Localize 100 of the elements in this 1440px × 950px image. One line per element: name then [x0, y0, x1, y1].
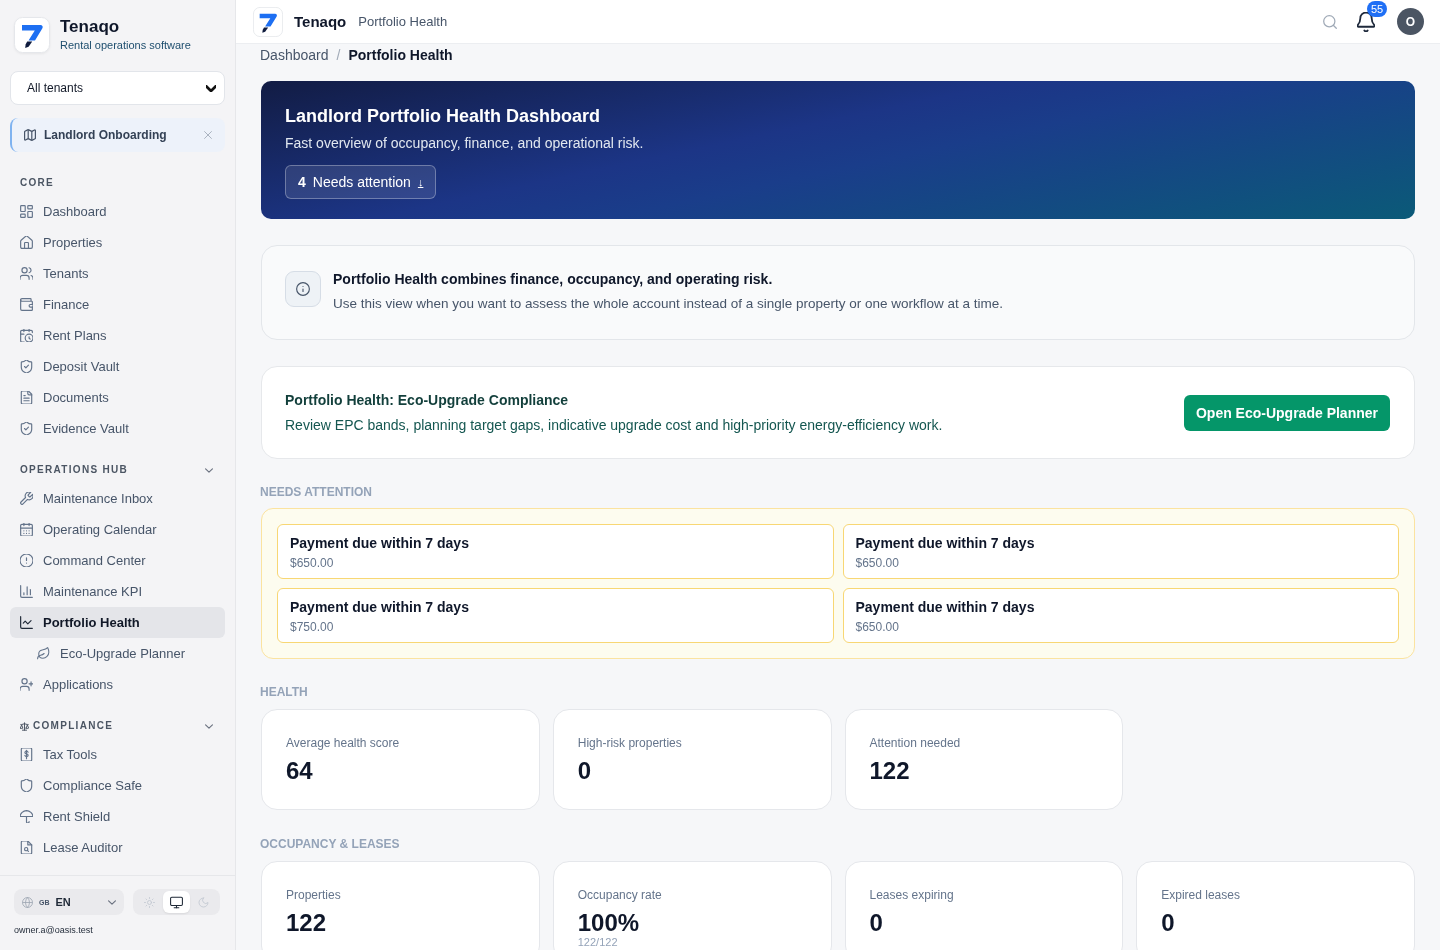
nav-item[interactable]: Operating Calendar: [10, 514, 225, 545]
notification-badge: 55: [1367, 0, 1387, 17]
nav-item[interactable]: Maintenance KPI: [10, 576, 225, 607]
eco-title: Portfolio Health: Eco-Upgrade Compliance: [285, 390, 570, 409]
open-planner-button[interactable]: Open Eco-Upgrade Planner: [1183, 394, 1390, 431]
document-icon: [20, 391, 33, 404]
attention-card[interactable]: Payment due within 7 days $750.00: [277, 588, 834, 643]
nav-item[interactable]: Compliance Safe: [10, 770, 225, 801]
nav-item[interactable]: Tenants: [10, 258, 225, 289]
attention-amount: $650.00: [855, 555, 900, 571]
breadcrumb-link[interactable]: Dashboard: [260, 47, 329, 63]
stat-value: 64: [286, 758, 314, 784]
nav-item[interactable]: Dashboard: [10, 196, 225, 227]
notice-text: Use this view when you want to assess the whole account instead of a single property or one workflow at a time.: [333, 295, 1004, 313]
nav-item[interactable]: Rent Shield: [10, 801, 225, 832]
line-chart-icon: [20, 616, 33, 629]
shield-check-icon: [20, 422, 33, 435]
chevron-down-icon: [206, 84, 216, 92]
bar-chart-icon: [20, 585, 33, 598]
nav-item[interactable]: Tax Tools: [10, 739, 225, 770]
attention-title: Payment due within 7 days: [855, 598, 1036, 616]
stat-label: Attention needed: [869, 736, 962, 750]
needs-attention-button[interactable]: 4 Needs attention ↓: [285, 165, 437, 199]
shield-icon: [20, 779, 33, 792]
brand-tagline: Rental operations software: [60, 38, 191, 53]
info-icon: [285, 271, 321, 307]
section-label: COMPLIANCE: [33, 719, 115, 733]
map-icon: [24, 129, 36, 141]
attention-title: Payment due within 7 days: [290, 534, 470, 552]
nav-item[interactable]: Maintenance Inbox: [10, 483, 225, 514]
nav-item[interactable]: Rent Plans: [10, 320, 225, 351]
eco-text: Review EPC bands, planning target gaps, indicative upgrade cost and high-priority energy-efficiency work.: [285, 415, 943, 435]
attention-card[interactable]: Payment due within 7 days $650.00: [842, 588, 1399, 643]
attention-amount: $750.00: [290, 619, 335, 635]
section-label: CORE: [20, 176, 56, 190]
stat-label: Average health score: [286, 736, 401, 750]
chevron-down-icon[interactable]: [205, 723, 213, 729]
tenant-select[interactable]: All tenants: [10, 71, 225, 105]
stat-label: Leases expiring: [869, 888, 955, 902]
nav-item[interactable]: Applications: [10, 669, 225, 700]
section-heading: HEALTH: [260, 685, 309, 699]
breadcrumb-current: Portfolio Health: [348, 47, 453, 63]
hero-title: Landlord Portfolio Health Dashboard: [285, 105, 601, 128]
moon-icon: [198, 896, 209, 908]
house-icon: [20, 236, 33, 249]
stat-value: 0: [1161, 910, 1176, 936]
user-plus-icon: [20, 678, 33, 691]
attention-amount: $650.00: [855, 619, 900, 635]
chevron-down-icon: [108, 899, 116, 905]
stat-value: 122: [869, 758, 911, 784]
stat-label: Expired leases: [1161, 888, 1241, 902]
wallet-icon: [20, 298, 33, 311]
avatar[interactable]: O: [1397, 8, 1424, 35]
section-heading: NEEDS ATTENTION: [260, 485, 373, 499]
calendar-icon: [20, 523, 33, 536]
sun-icon: [144, 896, 155, 908]
monitor-icon: [170, 895, 183, 909]
document-search-icon: [20, 841, 33, 854]
stat-label: Properties: [286, 888, 342, 902]
theme-button[interactable]: [163, 891, 190, 913]
nav-item[interactable]: Deposit Vault: [10, 351, 225, 382]
grid-icon: [20, 205, 33, 218]
scales-icon: [20, 721, 29, 731]
globe-icon: [22, 896, 33, 908]
chevron-down-icon[interactable]: [205, 467, 213, 473]
wrench-icon: [20, 492, 33, 505]
breadcrumb-separator: /: [336, 47, 341, 63]
section-label: OPERATIONS HUB: [20, 463, 130, 477]
stat-value: 0: [869, 910, 884, 936]
bell-icon[interactable]: [1357, 11, 1375, 32]
calendar-clock-icon: [20, 329, 33, 342]
leaf-icon: [37, 647, 50, 660]
nav-item[interactable]: Finance: [10, 289, 225, 320]
nav-item[interactable]: Properties: [10, 227, 225, 258]
nav-item[interactable]: Evidence Vault: [10, 413, 225, 444]
section-heading: OCCUPANCY & LEASES: [260, 837, 401, 851]
logo-icon[interactable]: [253, 6, 283, 37]
stat-value: 100%: [577, 910, 641, 936]
umbrella-icon: [20, 810, 33, 823]
nav-item[interactable]: Command Center: [10, 545, 225, 576]
stat-value: 0: [577, 758, 593, 784]
nav-item[interactable]: Eco-Upgrade Planner: [10, 638, 225, 669]
dollar-document-icon: [20, 748, 33, 761]
brand-name: Tenaqo: [60, 17, 121, 37]
stat-label: Occupancy rate: [577, 888, 663, 902]
attention-card[interactable]: Payment due within 7 days $650.00: [842, 524, 1399, 579]
nav-item[interactable]: Lease Auditor: [10, 832, 225, 863]
shield-check-icon: [20, 360, 33, 373]
hero-subtitle: Fast overview of occupancy, finance, and operational risk.: [285, 134, 645, 153]
users-icon: [20, 267, 33, 280]
app-name: Tenaqo: [294, 13, 347, 30]
user-email: owner.a@oasis.test: [14, 924, 94, 936]
search-icon[interactable]: [1323, 14, 1337, 29]
pinned-item[interactable]: Landlord Onboarding: [10, 118, 225, 152]
attention-amount: $650.00: [290, 555, 335, 571]
attention-card[interactable]: Payment due within 7 days $650.00: [277, 524, 834, 579]
nav-item[interactable]: Portfolio Health: [10, 607, 225, 638]
stat-detail: 122/122: [577, 936, 619, 948]
attention-title: Payment due within 7 days: [855, 534, 1036, 552]
nav-item[interactable]: Documents: [10, 382, 225, 413]
